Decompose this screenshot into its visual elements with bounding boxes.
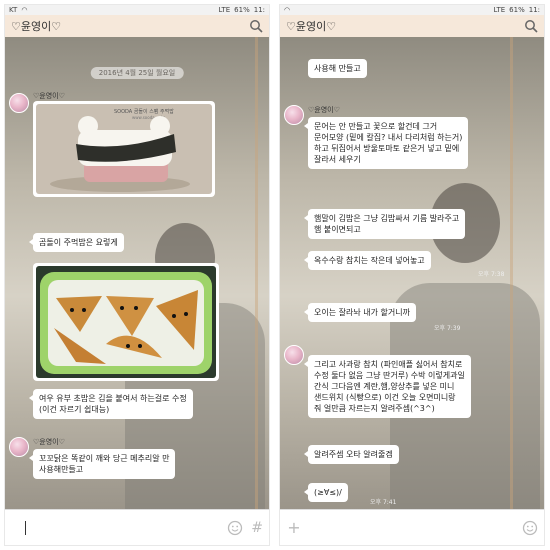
sender-name: ♡윤영이♡ <box>308 106 340 114</box>
avatar[interactable] <box>284 105 304 125</box>
rice-ball-image <box>50 116 190 192</box>
emoji-icon[interactable] <box>522 520 538 536</box>
message-input-bar: # <box>5 509 269 545</box>
battery-label: 61% <box>234 6 250 14</box>
status-bar: ◠ LTE 61% 11: <box>280 5 544 15</box>
message-time: 오후 7:41 <box>370 499 397 506</box>
sender-name: ♡윤영이♡ <box>33 92 65 100</box>
message-bubble: 햄말이 김밥은 그냥 김밥싸서 기름 발라주고 햄 붙이면되고 <box>303 209 466 239</box>
message-input-bar: + <box>280 509 544 545</box>
carrier-label: KT <box>9 6 18 14</box>
emoji-icon[interactable] <box>227 520 243 536</box>
photo-rice-ball[interactable]: SOODA 곰돌이 스팸 주먹밥 www.sooda.or.kr <box>33 101 215 197</box>
chat-header: ♡윤영이♡ <box>5 15 269 37</box>
network-label: LTE <box>493 6 506 14</box>
chat-screen-left: KT ◠ LTE 61% 11: ♡윤영이♡ 2016년 4월 25일 월요일 … <box>4 4 270 546</box>
chat-title: ♡윤영이♡ <box>286 20 337 33</box>
battery-label: 61% <box>509 6 525 14</box>
clock-label: 11: <box>253 6 265 14</box>
message-bubble: 옥수수랑 참치는 작은데 넣어놓고 <box>304 251 431 270</box>
message-bubble: 곰돌이 주먹밥은 요렇게 <box>29 233 124 252</box>
bento-image <box>40 272 212 374</box>
chat-screen-right: ◠ LTE 61% 11: ♡윤영이♡ 사용해 만들고 ♡윤영이♡ 문어는 안 … <box>279 4 545 546</box>
clock-label: 11: <box>528 6 540 14</box>
wifi-icon: ◠ <box>284 6 291 14</box>
chat-header: ♡윤영이♡ <box>280 15 544 37</box>
message-bubble: 꼬꼬닭은 똑같이 깨와 당근 메추리알 만 사용해만들고 <box>28 449 176 479</box>
search-icon[interactable] <box>524 19 538 33</box>
avatar[interactable] <box>9 93 29 113</box>
message-bubble: 사용해 만들고 <box>308 59 367 78</box>
message-bubble: 여우 유부 초밥은 김을 붙여서 하는걸로 수정 (이건 자르기 쉽대능) <box>29 389 193 419</box>
message-input[interactable] <box>25 520 26 535</box>
message-bubble: 알려주셈 오타 알려줄겜 <box>304 445 399 464</box>
hash-icon[interactable]: # <box>251 520 263 536</box>
plus-icon[interactable]: + <box>286 519 302 536</box>
message-input[interactable] <box>308 521 309 535</box>
photo-bento-box[interactable] <box>33 263 219 381</box>
message-bubble: 그리고 사과랑 참치 (파인애플 싫어서 참치로 수정 둘다 없음 그냥 딴거루… <box>304 355 471 418</box>
message-bubble: 문어는 안 만들고 꽃으로 할건데 그거 문어모양 (밑에 칼집? 내서 다리처… <box>303 117 469 169</box>
network-label: LTE <box>218 6 231 14</box>
date-divider: 2016년 4월 25일 월요일 <box>90 67 184 79</box>
chat-title: ♡윤영이♡ <box>11 20 62 33</box>
message-time: 오후 7:38 <box>478 271 505 278</box>
message-time: 오후 7:39 <box>434 325 461 332</box>
status-bar: KT ◠ LTE 61% 11: <box>5 5 269 15</box>
search-icon[interactable] <box>249 19 263 33</box>
wifi-icon: ◠ <box>21 6 28 14</box>
message-bubble: (≥∀≤)/ <box>304 483 348 502</box>
sender-name: ♡윤영이♡ <box>33 438 65 446</box>
message-bubble: 오이는 잘라놔 내가 할거니까 <box>304 303 416 322</box>
avatar[interactable] <box>284 345 304 365</box>
avatar[interactable] <box>9 437 29 457</box>
